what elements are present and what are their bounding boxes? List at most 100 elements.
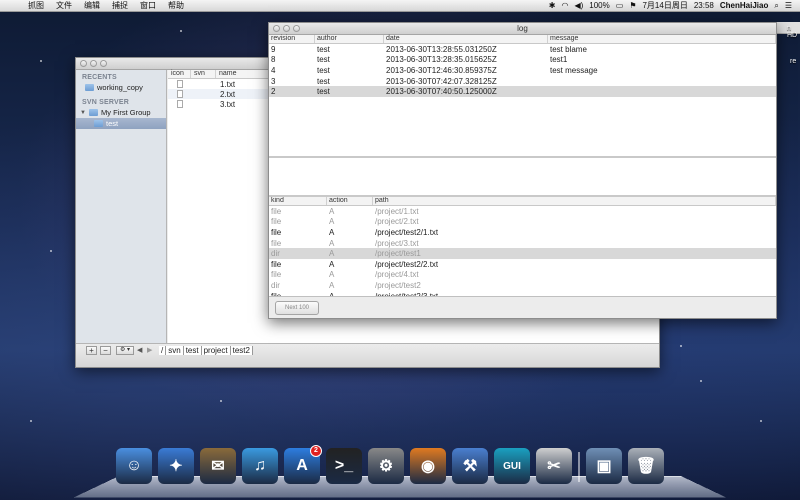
revision-revision: 2	[271, 87, 276, 97]
changed-path-row[interactable]: file A/project/1.txt	[269, 206, 776, 217]
mail-icon: ✉	[211, 458, 225, 475]
minimize-button[interactable]	[90, 60, 97, 67]
dock-item-screenshot-app[interactable]: ▣	[586, 448, 622, 484]
changed-path-row[interactable]: dir A/project/test1	[269, 248, 776, 259]
add-button[interactable]: +	[86, 346, 97, 355]
dock-item-itunes[interactable]: ♫	[242, 448, 278, 484]
menubar-time[interactable]: 23:58	[694, 1, 714, 10]
revision-revision: 4	[271, 65, 276, 75]
dock-item-gui-svn[interactable]: GUI	[494, 448, 530, 484]
changed-path-action: A	[329, 227, 335, 237]
breadcrumb-item[interactable]: /	[159, 346, 167, 355]
document-icon	[176, 100, 183, 108]
dock-item-mail[interactable]: ✉	[200, 448, 236, 484]
sidebar-item-test[interactable]: test	[76, 118, 166, 129]
menu-item-capture[interactable]: 抓图	[22, 0, 50, 11]
battery-icon[interactable]: ▭	[616, 1, 624, 10]
changed-path-row[interactable]: dir A/project/test2	[269, 280, 776, 291]
disclosure-triangle-icon[interactable]: ▼	[80, 110, 86, 116]
sidebar-item-working-copy[interactable]: working_copy	[76, 82, 166, 93]
menubar-date[interactable]: 7月14日周日	[642, 0, 687, 11]
sidebar-item-group[interactable]: ▼ My First Group	[76, 107, 166, 118]
zoom-button[interactable]	[100, 60, 107, 67]
revision-row[interactable]: 3 test 2013-06-30T07:42:07.328125Z	[269, 76, 776, 87]
changed-path-action: A	[329, 206, 335, 216]
column-header-date[interactable]: date	[384, 35, 548, 43]
revision-message: test blame	[550, 44, 587, 54]
action-menu-button[interactable]: ⚙ ▾	[116, 346, 134, 355]
breadcrumb-item[interactable]: project	[201, 346, 231, 355]
remove-button[interactable]: −	[100, 346, 111, 355]
menu-item-edit[interactable]: 编辑	[78, 0, 106, 11]
desktop-item-label[interactable]: re	[790, 58, 796, 65]
bluetooth-icon[interactable]: ✱	[549, 1, 556, 10]
column-header-revision[interactable]: revision	[269, 35, 315, 43]
revision-author: test	[317, 55, 330, 65]
menubar-user[interactable]: ChenHaiJiao	[720, 1, 768, 10]
changed-path-row[interactable]: file A/project/3.txt	[269, 238, 776, 249]
window-title: log	[517, 24, 528, 33]
log-footer: Next 100	[269, 296, 776, 318]
dock-item-safari[interactable]: ✦	[158, 448, 194, 484]
revision-revision: 8	[271, 55, 276, 65]
dock-item-system-preferences[interactable]: ⚙	[368, 448, 404, 484]
changed-path-path: /project/4.txt	[375, 270, 419, 280]
folder-icon	[89, 109, 98, 116]
dock-item-finder[interactable]: ☺	[116, 448, 152, 484]
revision-row[interactable]: 2 test 2013-06-30T07:40:50.125000Z	[269, 86, 776, 97]
repository-icon	[94, 120, 103, 127]
column-header-author[interactable]: author	[315, 35, 384, 43]
revision-row[interactable]: 4 test 2013-06-30T12:46:30.859375Z test mes…	[269, 65, 776, 76]
dock-item-scissors-app[interactable]: ✂	[536, 448, 572, 484]
column-header-kind[interactable]: kind	[269, 197, 327, 205]
menu-item-help[interactable]: 帮助	[162, 0, 190, 11]
changed-path-row[interactable]: file A/project/test2/2.txt	[269, 259, 776, 270]
revision-date: 2013-06-30T12:46:30.859375Z	[386, 65, 497, 75]
changed-path-row[interactable]: file A/project/2.txt	[269, 217, 776, 228]
dock-item-xcode[interactable]: ⚒	[452, 448, 488, 484]
revision-row[interactable]: 9 test 2013-06-30T13:28:55.031250Z test bla…	[269, 44, 776, 55]
changed-path-action: A	[329, 249, 335, 259]
breadcrumb-item[interactable]: test2	[230, 346, 253, 355]
next-100-button[interactable]: Next 100	[275, 301, 319, 315]
revision-date: 2013-06-30T13:28:35.015625Z	[386, 55, 497, 65]
breadcrumb-item[interactable]: svn	[166, 346, 184, 355]
changed-path-path: /project/test2	[375, 280, 421, 290]
flag-icon[interactable]: ⚑	[629, 1, 636, 10]
column-header-path[interactable]: path	[373, 197, 776, 205]
menu-item-file[interactable]: 文件	[50, 0, 78, 11]
volume-icon[interactable]: ◀)	[574, 1, 583, 10]
desktop-item-label[interactable]: n HD	[787, 25, 800, 39]
column-header-icon[interactable]: icon	[168, 70, 191, 78]
file-name: 2.txt	[220, 89, 236, 99]
wifi-icon[interactable]: ◠	[561, 1, 568, 10]
changed-path-kind: dir	[271, 249, 280, 259]
forward-button[interactable]: ▶	[147, 346, 152, 354]
commit-message-pane[interactable]	[269, 156, 776, 197]
notification-center-icon[interactable]: ☰	[785, 1, 792, 10]
revisions-table: revision author date message 9 test 2013-0…	[269, 35, 776, 156]
window-titlebar[interactable]: log	[269, 23, 776, 35]
menu-item-grab[interactable]: 捕捉	[106, 0, 134, 11]
menu-item-window[interactable]: 窗口	[134, 0, 162, 11]
dock-item-firefox[interactable]: ◉	[410, 448, 446, 484]
column-header-svn[interactable]: svn	[191, 70, 216, 78]
back-button[interactable]: ◀	[137, 346, 142, 354]
dock: ☺ ✦ ✉ ♫ A 2 >_ ⚙ ◉ ⚒ GUI ✂ ▣ 🗑	[116, 445, 664, 484]
close-button[interactable]	[80, 60, 87, 67]
sidebar-item-label: My First Group	[101, 108, 151, 117]
spotlight-icon[interactable]: ⌕	[774, 1, 778, 11]
breadcrumb-item[interactable]: test	[183, 346, 202, 355]
column-header-action[interactable]: action	[327, 197, 373, 205]
star	[50, 250, 52, 252]
changed-path-row[interactable]: file A/project/test2/1.txt	[269, 227, 776, 238]
dock-item-terminal[interactable]: >_	[326, 448, 362, 484]
column-header-message[interactable]: message	[548, 35, 776, 43]
changed-path-kind: file	[271, 238, 282, 248]
dock-item-app-store[interactable]: A2	[284, 445, 322, 484]
dock-item-trash[interactable]: 🗑	[628, 448, 664, 484]
revision-row[interactable]: 8 test 2013-06-30T13:28:35.015625Z test1	[269, 55, 776, 66]
battery-percent[interactable]: 100%	[589, 1, 609, 10]
app-store-icon: A	[296, 457, 308, 474]
changed-path-row[interactable]: file A/project/4.txt	[269, 270, 776, 281]
